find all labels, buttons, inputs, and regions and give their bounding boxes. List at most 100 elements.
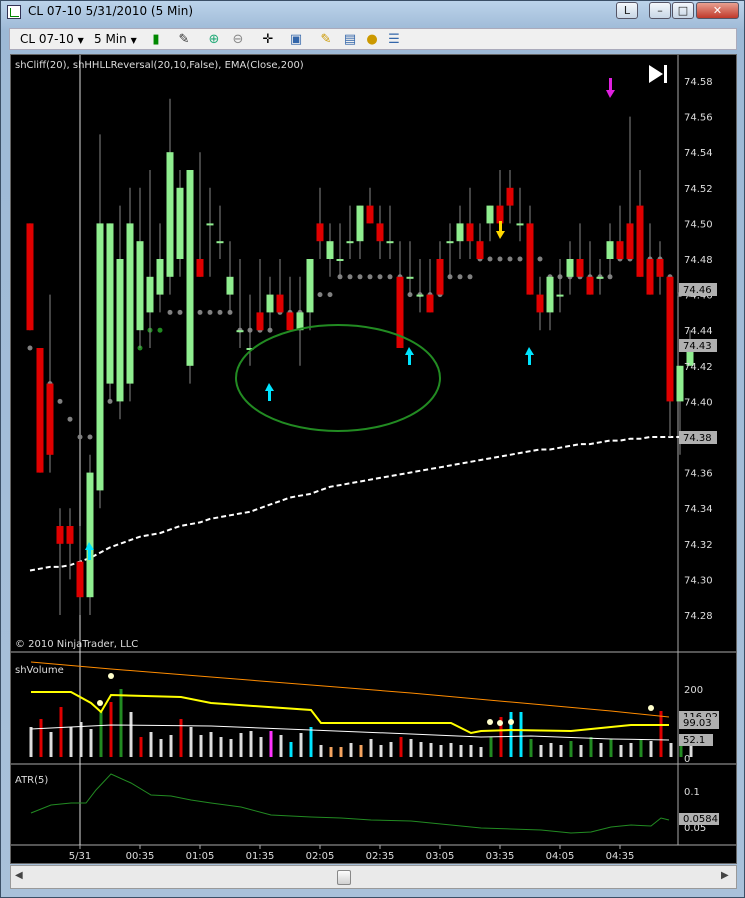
volume-bar (179, 719, 183, 757)
candle-body (636, 205, 644, 277)
chart-icon[interactable]: ▤ (342, 32, 358, 48)
volume-bar (569, 741, 573, 757)
volume-bar (339, 747, 343, 757)
interval-dropdown[interactable]: 5 Min ▼ (94, 31, 144, 47)
volume-bar (489, 737, 493, 757)
strategy-icon[interactable]: ✎ (318, 32, 334, 48)
candle-body (156, 259, 164, 295)
cliff-dot (167, 309, 173, 315)
volume-bar (39, 719, 43, 757)
candle-body (626, 223, 634, 259)
atr-panel-label: ATR(5) (15, 775, 48, 786)
volume-bar (239, 733, 243, 757)
close-button[interactable]: ✕ (696, 2, 739, 19)
volume-marker-white: 52.1 (679, 734, 713, 746)
chart-area[interactable]: shCliff(20), shHHLLReversal(20,10,False)… (10, 54, 737, 864)
svg-text:0.0584: 0.0584 (683, 814, 718, 825)
volume-bar (369, 739, 373, 757)
dollar-icon[interactable]: ● (364, 32, 380, 48)
volume-bar (469, 745, 473, 757)
maximize-button[interactable]: □ (672, 2, 694, 19)
price-tick-label: 74.48 (684, 255, 713, 266)
cliff-dot (377, 274, 383, 280)
chart-canvas[interactable]: shCliff(20), shHHLLReversal(20,10,False)… (11, 55, 736, 863)
volume-bar (299, 733, 303, 757)
interval-label: 5 Min (94, 32, 127, 46)
candle-body (586, 276, 594, 295)
time-tick-label: 04:05 (546, 851, 575, 862)
price-tick-label: 74.52 (684, 184, 713, 195)
volume-bar (29, 727, 33, 757)
ema-path (29, 434, 691, 572)
title-bar[interactable]: CL 07-10 5/31/2010 (5 Min) L – □ ✕ (1, 1, 744, 23)
scroll-to-end-icon[interactable] (649, 65, 667, 83)
properties-icon[interactable]: ☰ (386, 32, 402, 48)
volume-avg-short (31, 691, 669, 735)
language-badge[interactable]: L (616, 2, 638, 19)
volume-bar (509, 712, 513, 757)
candle-body (556, 294, 564, 297)
crosshair-icon[interactable]: ✛ (260, 32, 276, 48)
volume-bar (379, 745, 383, 757)
cliff-dot (67, 416, 73, 422)
volume-bar (209, 732, 213, 757)
candle-body (146, 276, 154, 313)
volume-axis-label: 200 (684, 685, 703, 696)
candle-body (526, 223, 534, 295)
instrument-dropdown[interactable]: CL 07-10 ▼ (20, 31, 84, 47)
horizontal-scrollbar[interactable]: ◀ ▶ (10, 865, 737, 889)
volume-bar (589, 737, 593, 757)
candle-body (406, 276, 414, 279)
price-tick-label: 74.36 (684, 469, 713, 480)
cliff-dot (327, 292, 333, 298)
volume-bar (129, 712, 133, 757)
minimize-button[interactable]: – (649, 2, 671, 19)
candle-body (476, 241, 484, 259)
volume-bar (359, 745, 363, 757)
scroll-right-icon[interactable]: ▶ (721, 870, 729, 881)
volume-marker-short: 99.03 (679, 717, 719, 729)
volume-bar (79, 722, 83, 757)
cliff-dot (357, 274, 363, 280)
volume-bar (449, 743, 453, 757)
volume-bar (409, 739, 413, 757)
instrument-label: CL 07-10 (20, 32, 74, 46)
window-title: CL 07-10 5/31/2010 (5 Min) (28, 4, 194, 18)
candle-body (266, 294, 274, 313)
data-box-icon[interactable]: ▣ (288, 32, 304, 48)
chevron-down-icon: ▼ (130, 36, 137, 45)
zoom-in-icon[interactable]: ⊕ (206, 32, 222, 48)
candle-body (546, 276, 554, 313)
candlestick-icon[interactable]: ▮ (148, 32, 164, 48)
candle-body (186, 170, 194, 366)
cliff-dot (57, 398, 63, 404)
volume-bar (329, 747, 333, 757)
volume-bar (159, 739, 163, 757)
volume-bar (609, 739, 613, 757)
volume-bar (149, 732, 153, 757)
candle-body (606, 241, 614, 259)
volume-axis-label: 0 (684, 754, 690, 765)
volume-bar (579, 745, 583, 757)
reversal-down-arrow (496, 221, 505, 239)
volume-bar (249, 731, 253, 757)
scroll-left-icon[interactable]: ◀ (15, 870, 23, 881)
candle-body (126, 223, 134, 384)
svg-text:74.43: 74.43 (683, 341, 712, 352)
volume-bar (349, 743, 353, 757)
pencil-icon[interactable]: ✎ (176, 32, 192, 48)
volume-bar (59, 707, 63, 757)
cliff-dot (537, 256, 543, 262)
volume-bar (419, 742, 423, 757)
candle-body (356, 205, 364, 242)
scroll-thumb[interactable] (337, 870, 351, 885)
zoom-out-icon[interactable]: ⊖ (230, 32, 246, 48)
candle-body (276, 294, 284, 313)
candle-body (106, 223, 114, 384)
candle-body (446, 241, 454, 244)
cliff-dot (487, 256, 493, 262)
time-tick-label: 04:35 (606, 851, 635, 862)
volume-panel-label: shVolume (15, 665, 64, 676)
price-tick-label: 74.42 (684, 362, 713, 373)
copyright-text: © 2010 NinjaTrader, LLC (15, 639, 138, 650)
